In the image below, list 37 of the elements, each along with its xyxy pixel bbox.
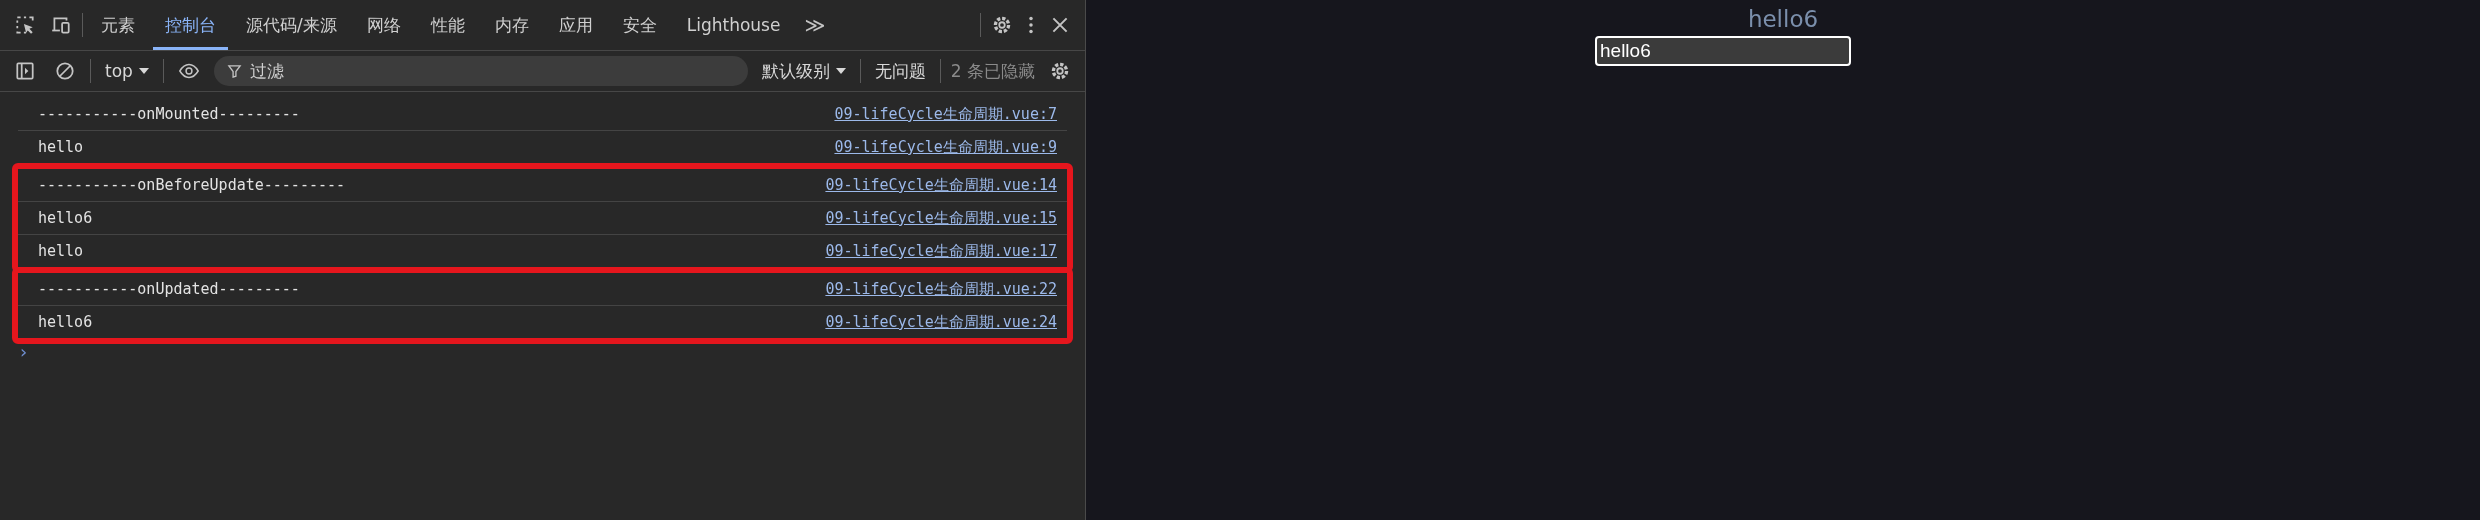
panel-tab[interactable]: 网络	[354, 0, 413, 50]
settings-icon[interactable]	[991, 14, 1013, 36]
panel-tab[interactable]: 安全	[610, 0, 669, 50]
filter-field[interactable]: 过滤	[213, 56, 748, 86]
source-link[interactable]: 09-lifeCycle生命周期.vue:17	[825, 241, 1057, 261]
source-link[interactable]: 09-lifeCycle生命周期.vue:14	[825, 175, 1057, 195]
page-heading: hello6	[1747, 6, 1819, 32]
prompt-icon: ›	[20, 341, 30, 362]
issues-button[interactable]: 无问题	[870, 59, 930, 83]
inspect-icon[interactable]	[14, 14, 36, 36]
log-message: hello6	[38, 313, 93, 331]
source-link[interactable]: 09-lifeCycle生命周期.vue:22	[825, 279, 1057, 299]
source-link[interactable]: 09-lifeCycle生命周期.vue:9	[834, 137, 1057, 157]
panel-tab[interactable]: 元素	[89, 0, 147, 50]
panel-tab[interactable]: 内存	[482, 0, 541, 50]
text-input[interactable]: hello6	[1595, 36, 1851, 66]
log-message: -----------onUpdated---------	[38, 280, 300, 298]
more-options-icon[interactable]	[1027, 14, 1035, 36]
panel-tab[interactable]: Lighthouse	[674, 0, 793, 50]
source-link[interactable]: 09-lifeCycle生命周期.vue:15	[825, 208, 1057, 228]
log-message: -----------onBeforeUpdate---------	[38, 176, 346, 194]
panel-tab[interactable]: 源代码/来源	[234, 0, 349, 50]
log-message: hello	[38, 242, 84, 260]
sidebar-toggle-icon[interactable]	[14, 60, 36, 82]
clear-console-icon[interactable]	[54, 60, 76, 82]
panel-tab[interactable]: 性能	[418, 0, 477, 50]
context-dropdown[interactable]: top	[101, 61, 153, 81]
panel-tab[interactable]: 应用	[546, 0, 605, 50]
console-settings-icon[interactable]	[1049, 60, 1071, 82]
log-message: hello6	[38, 209, 93, 227]
source-link[interactable]: 09-lifeCycle生命周期.vue:7	[834, 104, 1057, 124]
hidden-count: 2 条已隐藏	[950, 59, 1035, 83]
log-level-dropdown[interactable]: 默认级别	[757, 59, 850, 83]
more-tabs-button[interactable]: ≫	[798, 13, 832, 37]
log-message: hello	[38, 138, 84, 156]
log-message: -----------onMounted---------	[38, 105, 300, 123]
source-link[interactable]: 09-lifeCycle生命周期.vue:24	[825, 312, 1057, 332]
